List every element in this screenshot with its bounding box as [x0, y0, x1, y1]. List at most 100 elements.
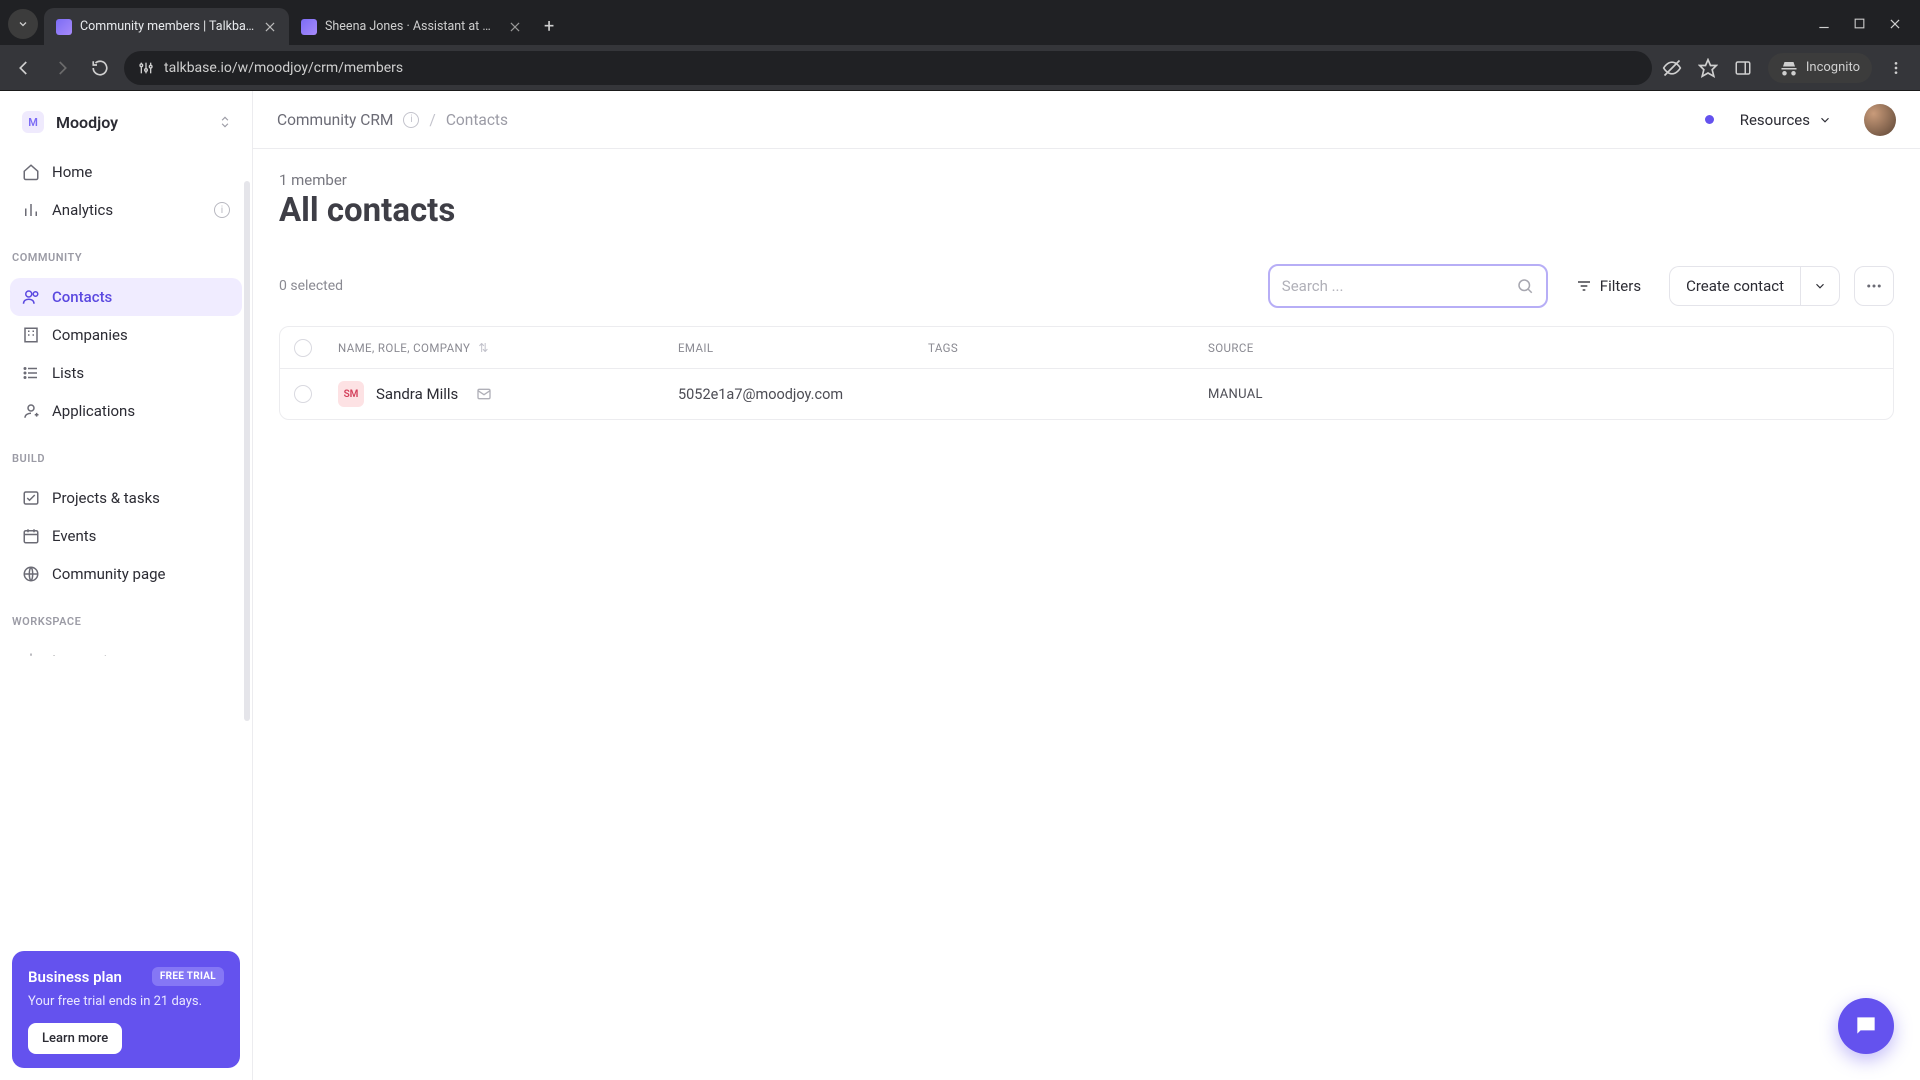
sidebar-item-home[interactable]: Home	[10, 153, 242, 191]
reload-button[interactable]	[86, 54, 114, 82]
create-contact-group: Create contact	[1669, 266, 1840, 306]
maximize-icon[interactable]	[1853, 17, 1866, 31]
column-tags[interactable]: TAGS	[928, 341, 958, 355]
globe-icon	[22, 565, 40, 583]
tab-title: Community members | Talkbase	[80, 19, 255, 34]
incognito-icon	[1780, 59, 1798, 77]
sidebar-item-lists[interactable]: Lists	[10, 354, 242, 392]
browser-tab-1[interactable]: Sheena Jones · Assistant at Mo	[289, 8, 534, 45]
create-contact-dropdown[interactable]	[1800, 266, 1840, 306]
sidebar-item-label: Companies	[52, 326, 128, 344]
contact-source: MANUAL	[1208, 387, 1879, 402]
close-icon[interactable]	[263, 20, 277, 34]
contact-name: Sandra Mills	[376, 385, 458, 403]
filters-label: Filters	[1600, 277, 1641, 295]
learn-more-button[interactable]: Learn more	[28, 1023, 122, 1054]
breadcrumb-leaf: Contacts	[446, 111, 508, 129]
sidebar-item-integrations[interactable]: Integrations	[10, 642, 242, 656]
sidebar-item-projects[interactable]: Projects & tasks	[10, 479, 242, 517]
member-count: 1 member	[279, 171, 1894, 189]
list-icon	[22, 364, 40, 382]
workspace-name: Moodjoy	[56, 113, 206, 132]
window-controls	[1817, 17, 1920, 45]
sidebar-item-label: Analytics	[52, 201, 113, 219]
sidebar-scrollbar[interactable]	[244, 181, 250, 721]
sort-icon[interactable]: ⇅	[478, 341, 488, 355]
column-source[interactable]: SOURCE	[1208, 341, 1254, 355]
breadcrumb-separator: /	[429, 111, 435, 129]
close-window-icon[interactable]	[1888, 17, 1902, 31]
sidebar-item-community-page[interactable]: Community page	[10, 555, 242, 593]
info-icon[interactable]: i	[403, 112, 419, 128]
filters-button[interactable]: Filters	[1562, 267, 1655, 305]
minimize-icon[interactable]	[1817, 17, 1831, 31]
sidepanel-icon[interactable]	[1734, 59, 1752, 77]
sidebar-item-analytics[interactable]: Analytics i	[10, 191, 242, 229]
tab-title: Sheena Jones · Assistant at Mo	[325, 19, 500, 34]
favicon-icon	[56, 19, 72, 35]
search-input[interactable]	[1282, 277, 1516, 295]
sidebar-item-events[interactable]: Events	[10, 517, 242, 555]
more-actions-button[interactable]	[1854, 266, 1894, 306]
chat-widget-button[interactable]	[1838, 998, 1894, 1054]
chevron-down-icon	[1818, 113, 1832, 127]
sidebar-item-label: Applications	[52, 402, 135, 420]
breadcrumb-root[interactable]: Community CRM	[277, 111, 393, 129]
forward-button[interactable]	[48, 54, 76, 82]
breadcrumb: Community CRM i / Contacts	[277, 111, 508, 129]
chevron-down-icon	[1813, 279, 1827, 293]
column-name[interactable]: NAME, ROLE, COMPANY	[338, 341, 470, 355]
address-bar[interactable]: talkbase.io/w/moodjoy/crm/members	[124, 51, 1652, 85]
ellipsis-icon	[1865, 277, 1883, 295]
contacts-icon	[22, 288, 40, 306]
favicon-icon	[301, 19, 317, 35]
row-checkbox[interactable]	[294, 385, 312, 403]
chat-icon	[1853, 1013, 1879, 1039]
eye-off-icon[interactable]	[1662, 58, 1682, 78]
incognito-indicator[interactable]: Incognito	[1768, 53, 1872, 83]
analytics-icon	[22, 201, 40, 219]
create-contact-button[interactable]: Create contact	[1669, 266, 1800, 306]
column-email[interactable]: EMAIL	[678, 341, 714, 355]
sidebar-item-label: Events	[52, 527, 96, 545]
site-settings-icon[interactable]	[138, 60, 154, 76]
topbar: Community CRM i / Contacts Resources	[253, 91, 1920, 149]
new-tab-button[interactable]: +	[534, 16, 564, 37]
sidebar-group-community: COMMUNITY	[0, 235, 252, 272]
promo-title: Business plan	[28, 968, 122, 986]
select-all-checkbox[interactable]	[294, 339, 312, 357]
promo-badge: FREE TRIAL	[152, 967, 224, 986]
table-row[interactable]: SM Sandra Mills 5052e1a7@moodjoy.com MAN…	[280, 369, 1893, 419]
back-button[interactable]	[10, 54, 38, 82]
sidebar-item-contacts[interactable]: Contacts	[10, 278, 242, 316]
checklist-icon	[22, 489, 40, 507]
sidebar-item-applications[interactable]: Applications	[10, 392, 242, 430]
calendar-icon	[22, 527, 40, 545]
workspace-badge: M	[22, 111, 44, 133]
tab-search-button[interactable]	[8, 9, 38, 39]
browser-tab-0[interactable]: Community members | Talkbase	[44, 8, 289, 45]
contact-avatar: SM	[338, 381, 364, 407]
resources-label: Resources	[1740, 111, 1810, 129]
workspace-switcher[interactable]: M Moodjoy	[0, 91, 252, 147]
sidebar-item-label: Community page	[52, 565, 166, 583]
status-indicator-icon[interactable]	[1705, 115, 1714, 124]
close-icon[interactable]	[508, 20, 522, 34]
sidebar-item-companies[interactable]: Companies	[10, 316, 242, 354]
user-avatar[interactable]	[1864, 104, 1896, 136]
sidebar-item-label: Contacts	[52, 288, 112, 306]
promo-subtitle: Your free trial ends in 21 days.	[28, 994, 224, 1009]
sidebar-group-build: BUILD	[0, 436, 252, 473]
kebab-menu-icon[interactable]	[1888, 60, 1904, 76]
sidebar-item-label: Projects & tasks	[52, 489, 160, 507]
trial-promo-card: Business plan FREE TRIAL Your free trial…	[12, 951, 240, 1068]
sidebar: M Moodjoy Home Analytics i COMMUNITY	[0, 91, 253, 1080]
resources-menu[interactable]: Resources	[1740, 111, 1832, 129]
search-field[interactable]	[1268, 264, 1548, 308]
sidebar-item-label: Integrations	[52, 652, 132, 656]
sidebar-group-workspace: WORKSPACE	[0, 599, 252, 636]
sidebar-item-label: Lists	[52, 364, 84, 382]
browser-tabstrip: Community members | Talkbase Sheena Jone…	[0, 0, 1920, 45]
bookmark-star-icon[interactable]	[1698, 58, 1718, 78]
browser-toolbar: talkbase.io/w/moodjoy/crm/members Incogn…	[0, 45, 1920, 91]
